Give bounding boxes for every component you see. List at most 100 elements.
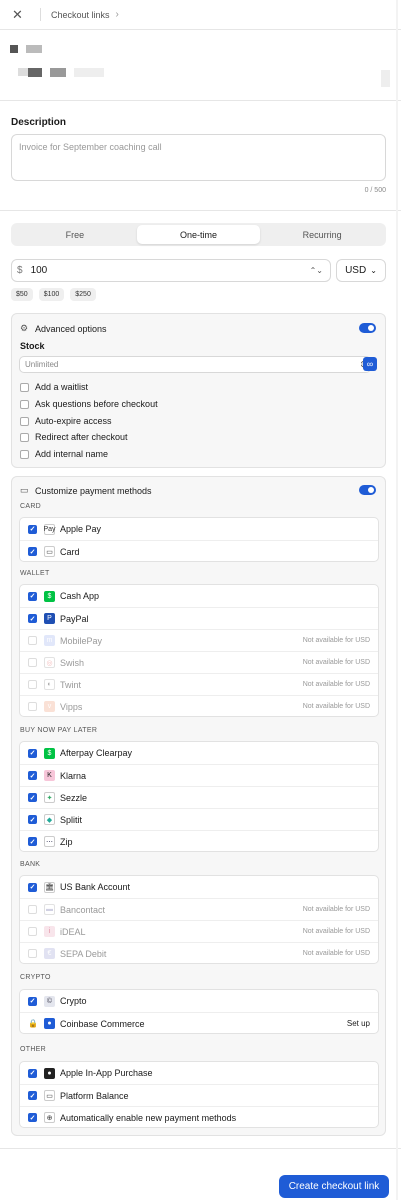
checkbox[interactable]: ✓: [28, 1113, 37, 1122]
checkbox[interactable]: [28, 949, 37, 958]
advanced-options-toggle[interactable]: [359, 323, 376, 333]
payment-method-row[interactable]: ✓ © Crypto: [20, 990, 378, 1012]
tab-free[interactable]: Free: [13, 225, 137, 244]
currency-select[interactable]: USD ⌄: [336, 259, 386, 282]
payment-method-row[interactable]: ✓ P PayPal: [20, 607, 378, 629]
afterpay-icon: $: [44, 747, 55, 759]
payment-method-row[interactable]: ✓ ▭ Platform Balance: [20, 1084, 378, 1106]
payment-method-row[interactable]: ✓ ✦ Sezzle: [20, 786, 378, 808]
option-auto-expire[interactable]: Auto-expire access: [20, 416, 112, 426]
checkbox[interactable]: [28, 680, 37, 689]
checkbox[interactable]: [20, 416, 29, 426]
payment-method-label: Apple In-App Purchase: [60, 1068, 153, 1078]
checkbox[interactable]: ✓: [28, 614, 37, 623]
payment-method-list: ✓ 🏛 US Bank Account ▬ Bancontact Not availabl…: [19, 875, 379, 964]
payment-method-label: MobilePay: [60, 635, 103, 646]
chevron-right-icon: ›: [115, 9, 119, 20]
checkbox[interactable]: [28, 702, 37, 711]
checkbox[interactable]: ✓: [28, 882, 37, 892]
checkbox[interactable]: ✓: [28, 591, 37, 601]
payment-method-row[interactable]: ◐ Twint Not available for USD: [20, 673, 378, 695]
price-presets: $50 $100 $250: [11, 288, 96, 301]
payment-methods-panel: ▭ Customize payment methods CARD ✓ Pay Appl…: [11, 476, 386, 1136]
scrollbar-track[interactable]: [396, 0, 398, 1200]
payment-method-label: Automatically enable new payment methods: [60, 1112, 237, 1123]
option-internal-name[interactable]: Add internal name: [20, 449, 108, 459]
payment-method-row[interactable]: ✓ ⊕ Automatically enable new payment metho…: [20, 1106, 378, 1128]
create-checkout-link-button[interactable]: Create checkout link: [279, 1175, 389, 1198]
payment-methods-header: ▭ Customize payment methods: [20, 485, 152, 496]
checkbox[interactable]: [20, 449, 29, 459]
checkbox[interactable]: ✓: [28, 837, 37, 846]
close-icon[interactable]: ✕: [12, 7, 26, 23]
checkbox[interactable]: ✓: [28, 996, 37, 1006]
payment-method-row[interactable]: ✓ $ Afterpay Clearpay: [20, 742, 378, 764]
description-counter: 0 / 500: [364, 187, 386, 194]
option-waitlist[interactable]: Add a waitlist: [20, 382, 88, 392]
preset-chip[interactable]: $250: [70, 288, 96, 301]
payment-method-row[interactable]: ✓ ◆ Splitit: [20, 808, 378, 830]
stock-input[interactable]: Unlimited ⇕: [19, 356, 371, 373]
checkbox[interactable]: ✓: [28, 547, 37, 556]
payment-method-label: Cash App: [60, 591, 100, 601]
checkbox[interactable]: [28, 927, 37, 936]
payment-method-row[interactable]: ✓ ● Apple In-App Purchase: [20, 1062, 378, 1084]
globe-icon: ⊕: [44, 1112, 55, 1123]
payment-method-row[interactable]: ▬ Bancontact Not available for USD: [20, 898, 378, 920]
card-icon: ▭: [44, 546, 55, 557]
payment-method-row[interactable]: ✓ 🏛 US Bank Account: [20, 876, 378, 898]
payment-method-row[interactable]: 🔒 ● Coinbase Commerce Set up: [20, 1012, 378, 1034]
option-label: Ask questions before checkout: [35, 399, 158, 409]
price-input[interactable]: $ 100 ⌃⌄: [11, 259, 331, 282]
payment-group-label: BANK: [20, 861, 41, 868]
payment-method-row[interactable]: € SEPA Debit Not available for USD: [20, 942, 378, 964]
payment-method-row[interactable]: v Vipps Not available for USD: [20, 695, 378, 717]
apple-iap-icon: ●: [44, 1067, 55, 1079]
preset-chip[interactable]: $50: [11, 288, 33, 301]
preset-chip[interactable]: $100: [38, 288, 65, 301]
checkbox[interactable]: [20, 399, 29, 409]
checkbox[interactable]: [20, 432, 29, 442]
payment-method-row[interactable]: ◎ Swish Not available for USD: [20, 651, 378, 673]
checkbox[interactable]: ✓: [28, 1068, 37, 1078]
checkbox[interactable]: [28, 905, 37, 914]
unavailable-note: Not available for USD: [302, 637, 370, 644]
set-up-link[interactable]: Set up: [347, 1019, 370, 1028]
payment-method-row[interactable]: ✓ Pay Apple Pay: [20, 518, 378, 540]
stepper-icon[interactable]: ⌃⌄: [310, 266, 323, 275]
breadcrumb[interactable]: Checkout links: [51, 10, 110, 20]
payment-method-row[interactable]: ✓ K Klarna: [20, 764, 378, 786]
apple-pay-icon: Pay: [43, 523, 56, 535]
payment-method-label: Card: [60, 546, 80, 557]
payment-method-row[interactable]: ✓ $ Cash App: [20, 585, 378, 607]
price-value: 100: [30, 265, 48, 276]
divider: [0, 100, 401, 101]
ideal-icon: i: [44, 926, 55, 937]
twint-icon: ◐: [44, 679, 55, 690]
description-input[interactable]: Invoice for September coaching call: [11, 134, 386, 181]
option-label: Add a waitlist: [35, 382, 89, 392]
checkbox[interactable]: ✓: [28, 793, 37, 802]
checkbox[interactable]: [28, 658, 37, 667]
zip-icon: ⋯: [44, 836, 55, 847]
infinity-icon[interactable]: ∞: [363, 357, 377, 371]
payment-method-row[interactable]: ✓ ⋯ Zip: [20, 830, 378, 852]
checkbox[interactable]: [28, 636, 37, 645]
payment-method-row[interactable]: ✓ ▭ Card: [20, 540, 378, 562]
payment-method-row[interactable]: m MobilePay Not available for USD: [20, 629, 378, 651]
option-redirect[interactable]: Redirect after checkout: [20, 432, 128, 442]
pricing-type-tabs: Free One-time Recurring: [11, 223, 386, 246]
tab-one-time[interactable]: One-time: [136, 225, 261, 244]
checkbox[interactable]: [20, 382, 29, 392]
tab-recurring[interactable]: Recurring: [260, 225, 384, 244]
payment-method-row[interactable]: i iDEAL Not available for USD: [20, 920, 378, 942]
checkbox[interactable]: ✓: [28, 524, 37, 534]
checkbox[interactable]: ✓: [28, 748, 37, 758]
vipps-icon: v: [44, 701, 55, 712]
payment-methods-toggle[interactable]: [359, 485, 376, 495]
option-label: Add internal name: [35, 449, 109, 459]
checkbox[interactable]: ✓: [28, 771, 37, 780]
checkbox[interactable]: ✓: [28, 1091, 37, 1100]
option-questions[interactable]: Ask questions before checkout: [20, 399, 158, 409]
checkbox[interactable]: ✓: [28, 815, 37, 824]
